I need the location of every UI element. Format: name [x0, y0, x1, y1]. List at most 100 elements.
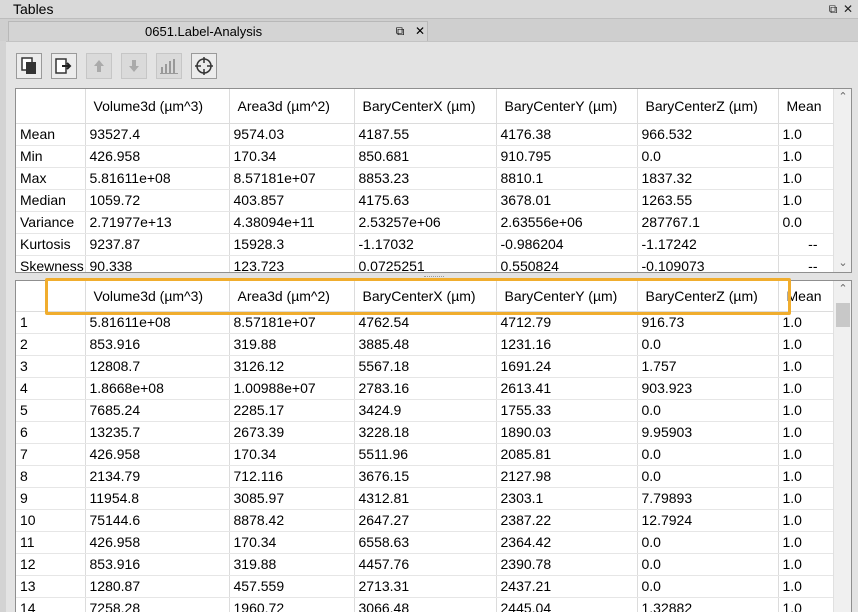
table-cell[interactable]: 1691.24 [496, 355, 638, 378]
table-cell[interactable]: 916.73 [637, 311, 779, 334]
row-header[interactable]: Kurtosis [16, 233, 86, 256]
column-header[interactable]: Mean [778, 89, 839, 124]
stats-row[interactable]: Min 426.958 170.34 850.681 910.795 0.0 1.0 [16, 145, 839, 168]
table-cell[interactable]: 1.32882 [637, 597, 779, 612]
table-cell[interactable]: 903.923 [637, 377, 779, 400]
table-cell[interactable]: 2437.21 [496, 575, 638, 598]
table-cell[interactable]: 1.00988e+07 [229, 377, 355, 400]
row-header[interactable]: 9 [16, 487, 86, 510]
table-cell[interactable]: 9574.03 [229, 123, 355, 146]
table-cell[interactable]: 3424.9 [354, 399, 497, 422]
column-header[interactable]: BaryCenterZ (µm) [637, 281, 779, 312]
table-row[interactable]: 5 7685.24 2285.17 3424.9 1755.33 0.0 1.0 [16, 399, 839, 422]
table-cell[interactable]: 7.79893 [637, 487, 779, 510]
row-header[interactable]: 10 [16, 509, 86, 532]
table-cell[interactable]: 1.0 [778, 421, 839, 444]
table-cell[interactable]: 4457.76 [354, 553, 497, 576]
table-cell[interactable]: 2.63556e+06 [496, 211, 638, 234]
table-cell[interactable]: 1.0 [778, 443, 839, 466]
table-cell[interactable]: 3066.48 [354, 597, 497, 612]
table-cell[interactable]: 75144.6 [85, 509, 230, 532]
table-cell[interactable]: 4762.54 [354, 311, 497, 334]
table-cell[interactable]: 2134.79 [85, 465, 230, 488]
row-header[interactable]: 13 [16, 575, 86, 598]
table-cell[interactable]: 2783.16 [354, 377, 497, 400]
table-cell[interactable]: 9237.87 [85, 233, 230, 256]
table-cell[interactable]: 8853.23 [354, 167, 497, 190]
table-cell[interactable]: 93527.4 [85, 123, 230, 146]
table-cell[interactable]: 1.0 [778, 399, 839, 422]
table-cell[interactable]: 1.0 [778, 531, 839, 554]
table-cell[interactable]: 5.81611e+08 [85, 167, 230, 190]
table-cell[interactable]: 1.757 [637, 355, 779, 378]
table-cell[interactable]: 319.88 [229, 553, 355, 576]
table-cell[interactable]: 0.0 [637, 553, 779, 576]
table-cell[interactable]: 11954.8 [85, 487, 230, 510]
target-button[interactable] [191, 53, 217, 79]
table-cell[interactable]: 3085.97 [229, 487, 355, 510]
table-cell[interactable]: 1.0 [778, 465, 839, 488]
data-scrollbar[interactable]: ⌃ [833, 281, 851, 612]
table-cell[interactable]: 2390.78 [496, 553, 638, 576]
table-row[interactable]: 3 12808.7 3126.12 5567.18 1691.24 1.757 1.0 [16, 355, 839, 378]
table-cell[interactable]: 2085.81 [496, 443, 638, 466]
tab-restore-icon[interactable]: ⧉ [393, 23, 407, 39]
table-cell[interactable]: 1.0 [778, 311, 839, 334]
row-header[interactable]: 8 [16, 465, 86, 488]
table-cell[interactable]: 287767.1 [637, 211, 779, 234]
table-cell[interactable]: 853.916 [85, 553, 230, 576]
column-header[interactable]: BaryCenterZ (µm) [637, 89, 779, 124]
column-header[interactable]: Volume3d (µm^3) [85, 281, 230, 312]
table-cell[interactable]: 1.0 [778, 123, 839, 146]
tab-close-icon[interactable]: ✕ [413, 23, 427, 39]
row-header[interactable]: Max [16, 167, 86, 190]
table-cell[interactable]: 3676.15 [354, 465, 497, 488]
table-cell[interactable]: 1059.72 [85, 189, 230, 212]
table-cell[interactable]: 319.88 [229, 333, 355, 356]
column-header[interactable]: BaryCenterY (µm) [496, 281, 638, 312]
column-header[interactable]: BaryCenterX (µm) [354, 89, 497, 124]
row-header[interactable]: 14 [16, 597, 86, 612]
table-cell[interactable]: 0.0 [637, 531, 779, 554]
table-cell[interactable]: 5567.18 [354, 355, 497, 378]
table-cell[interactable]: 4312.81 [354, 487, 497, 510]
table-cell[interactable]: 1.0 [778, 167, 839, 190]
row-header[interactable]: Variance [16, 211, 86, 234]
table-cell[interactable]: 5.81611e+08 [85, 311, 230, 334]
scroll-up-icon[interactable]: ⌃ [834, 89, 851, 105]
table-cell[interactable]: 0.0 [637, 443, 779, 466]
table-cell[interactable]: 3885.48 [354, 333, 497, 356]
table-cell[interactable]: 2364.42 [496, 531, 638, 554]
table-row[interactable]: 7 426.958 170.34 5511.96 2085.81 0.0 1.0 [16, 443, 839, 466]
table-cell[interactable]: 8878.42 [229, 509, 355, 532]
table-cell[interactable]: -1.17242 [637, 233, 779, 256]
column-header[interactable]: Area3d (µm^2) [229, 89, 355, 124]
table-cell[interactable]: 4.38094e+11 [229, 211, 355, 234]
table-cell[interactable]: 1.0 [778, 597, 839, 612]
table-cell[interactable]: 0.0 [637, 465, 779, 488]
table-cell[interactable]: 1.0 [778, 377, 839, 400]
table-cell[interactable]: 1231.16 [496, 333, 638, 356]
table-cell[interactable]: 426.958 [85, 145, 230, 168]
table-cell[interactable]: 966.532 [637, 123, 779, 146]
table-cell[interactable]: 12808.7 [85, 355, 230, 378]
table-cell[interactable]: 2285.17 [229, 399, 355, 422]
table-row[interactable]: 11 426.958 170.34 6558.63 2364.42 0.0 1.0 [16, 531, 839, 554]
table-cell[interactable]: 123.723 [229, 255, 355, 272]
table-cell[interactable]: 8810.1 [496, 167, 638, 190]
table-cell[interactable]: 1.0 [778, 575, 839, 598]
table-cell[interactable]: 7685.24 [85, 399, 230, 422]
column-header[interactable]: BaryCenterY (µm) [496, 89, 638, 124]
table-cell[interactable]: 3126.12 [229, 355, 355, 378]
row-header[interactable]: Min [16, 145, 86, 168]
column-header[interactable]: Volume3d (µm^3) [85, 89, 230, 124]
table-cell[interactable]: 1.0 [778, 487, 839, 510]
column-header[interactable]: Mean [778, 281, 839, 312]
data-scroll-up-icon[interactable]: ⌃ [834, 281, 851, 297]
row-header[interactable]: 7 [16, 443, 86, 466]
table-cell[interactable]: 8.57181e+07 [229, 311, 355, 334]
table-row[interactable]: 2 853.916 319.88 3885.48 1231.16 0.0 1.0 [16, 333, 839, 356]
table-cell[interactable]: 0.0 [637, 333, 779, 356]
table-row[interactable]: 13 1280.87 457.559 2713.31 2437.21 0.0 1.0 [16, 575, 839, 598]
row-header[interactable]: Mean [16, 123, 86, 146]
